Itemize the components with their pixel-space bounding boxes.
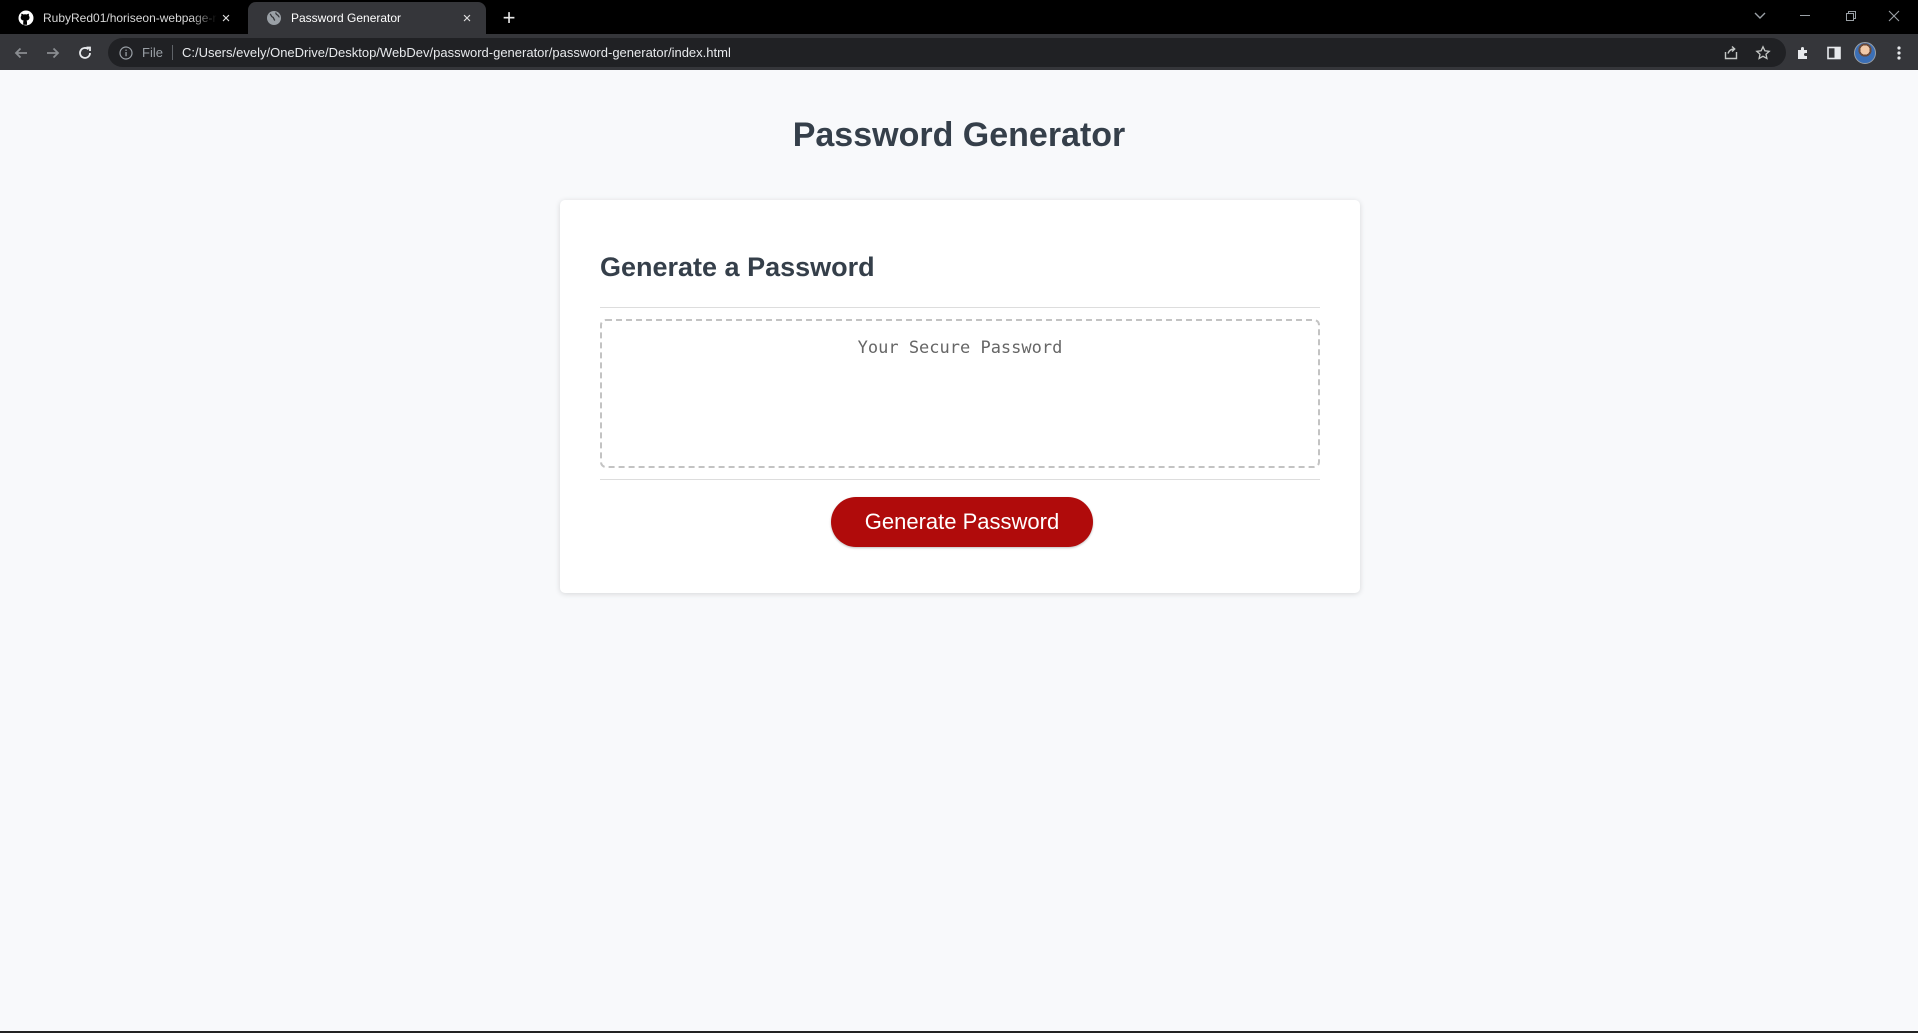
divider: [600, 307, 1320, 308]
url-text: C:/Users/evely/OneDrive/Desktop/WebDev/p…: [181, 45, 731, 60]
card-header: Generate a Password: [600, 252, 875, 282]
browser-tabstrip: RubyRed01/horiseon-webpage-r × Password …: [0, 0, 1918, 34]
tab-github-repo[interactable]: RubyRed01/horiseon-webpage-r ×: [0, 2, 245, 34]
new-tab-button[interactable]: +: [496, 6, 522, 32]
close-icon[interactable]: ×: [217, 9, 235, 27]
url-scheme-label: File: [142, 45, 163, 60]
url-divider: [171, 45, 173, 60]
info-icon[interactable]: [118, 45, 134, 61]
close-window-icon[interactable]: [1874, 4, 1914, 28]
github-icon: [18, 10, 34, 26]
avatar: [1854, 42, 1876, 64]
side-panel-icon[interactable]: [1821, 40, 1847, 66]
password-card: Generate a Password Generate Password: [560, 200, 1360, 593]
kebab-menu-icon[interactable]: [1886, 40, 1912, 66]
tab-search-icon[interactable]: [1740, 4, 1780, 28]
password-output[interactable]: [600, 319, 1320, 468]
divider: [600, 479, 1320, 480]
address-bar[interactable]: File C:/Users/evely/OneDrive/Desktop/Web…: [108, 38, 1786, 67]
bookmark-star-icon[interactable]: [1750, 38, 1776, 67]
forward-arrow-icon[interactable]: [40, 40, 66, 66]
tab-title: Password Generator: [291, 11, 402, 25]
back-arrow-icon[interactable]: [8, 40, 34, 66]
browser-toolbar: File C:/Users/evely/OneDrive/Desktop/Web…: [0, 34, 1918, 70]
page-title: Password Generator: [792, 116, 1126, 154]
minimize-icon[interactable]: [1785, 4, 1825, 28]
share-icon[interactable]: [1718, 38, 1744, 67]
restore-icon[interactable]: [1831, 4, 1871, 28]
generate-password-button[interactable]: Generate Password: [831, 497, 1093, 547]
profile-avatar[interactable]: [1852, 40, 1878, 66]
tab-password-generator[interactable]: Password Generator ×: [248, 2, 486, 34]
globe-icon: [266, 10, 282, 26]
close-icon[interactable]: ×: [458, 9, 476, 27]
tab-title: RubyRed01/horiseon-webpage-r: [43, 11, 217, 25]
extensions-puzzle-icon[interactable]: [1790, 40, 1816, 66]
reload-icon[interactable]: [72, 40, 98, 66]
